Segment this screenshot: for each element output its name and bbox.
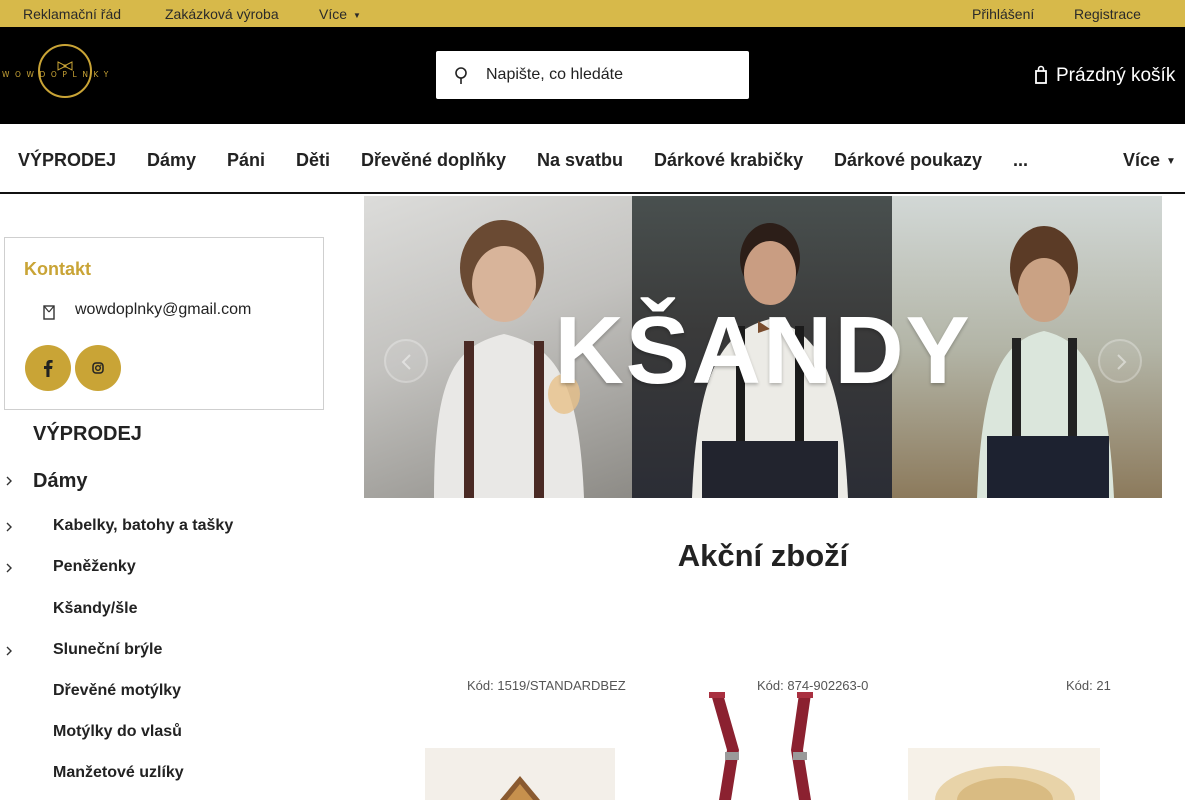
- category-drevene-motylky[interactable]: Dřevěné motýlky: [53, 682, 181, 700]
- category-manzetove-uzliky[interactable]: Manžetové uzlíky: [53, 764, 184, 782]
- chevron-right-icon[interactable]: [6, 522, 12, 532]
- search-input[interactable]: [486, 51, 741, 99]
- nav-item-ellipsis[interactable]: ...: [1013, 150, 1028, 171]
- suspenders-image: [709, 692, 813, 800]
- chevron-down-icon: ▼: [1166, 155, 1176, 167]
- nav-more-label: Více: [1123, 150, 1161, 170]
- nav-item-vyprodej[interactable]: VÝPRODEJ: [18, 150, 116, 171]
- contact-box: Kontakt wowdoplnky@gmail.com: [4, 237, 324, 410]
- banner-next-button[interactable]: [1098, 339, 1142, 383]
- category-kabelky[interactable]: Kabelky, batohy a tašky: [53, 517, 233, 535]
- product-image[interactable]: [395, 690, 635, 800]
- category-penezenky[interactable]: Peněženky: [53, 558, 136, 576]
- contact-email[interactable]: wowdoplnky@gmail.com: [75, 301, 251, 319]
- category-vyprodej[interactable]: VÝPRODEJ: [33, 423, 142, 446]
- nav-item-pani[interactable]: Páni: [227, 150, 265, 171]
- category-motylky-do-vlasu[interactable]: Motýlky do vlasů: [53, 723, 182, 741]
- product-image[interactable]: [905, 690, 1105, 800]
- category-damy[interactable]: Dámy: [33, 470, 87, 493]
- instagram-icon: [92, 362, 104, 374]
- facebook-button[interactable]: [25, 345, 71, 391]
- register-link[interactable]: Registrace: [1074, 6, 1141, 22]
- nav-more-menu[interactable]: Více ▼: [1123, 150, 1176, 171]
- login-link[interactable]: Přihlášení: [972, 6, 1034, 22]
- category-ksandy[interactable]: Kšandy/šle: [53, 600, 137, 618]
- cart-label: Prázdný košík: [1056, 65, 1176, 86]
- banner-title: KŠANDY: [554, 297, 972, 404]
- nav-item-darkove-poukazy[interactable]: Dárkové poukazy: [834, 150, 982, 171]
- chevron-left-icon: [401, 354, 411, 370]
- search-box: [436, 51, 749, 99]
- nav-item-drevene-doplnky[interactable]: Dřevěné doplňky: [361, 150, 506, 171]
- facebook-icon: [44, 360, 53, 377]
- chevron-down-icon: ▼: [353, 10, 361, 20]
- section-title-sale: Akční zboží: [677, 538, 849, 573]
- nav-item-damy[interactable]: Dámy: [147, 150, 196, 171]
- nav-item-deti[interactable]: Děti: [296, 150, 330, 171]
- search-icon[interactable]: [454, 64, 468, 86]
- category-slunecni-bryle[interactable]: Sluneční brýle: [53, 641, 162, 659]
- top-utility-bar: Reklamační řád Zakázková výroba Více ▼ Př…: [0, 0, 1185, 27]
- logo-text: WOWDOPLNKY: [2, 70, 114, 79]
- nav-item-na-svatbu[interactable]: Na svatbu: [537, 150, 623, 171]
- hero-banner[interactable]: KŠANDY: [364, 196, 1162, 498]
- link-reklamacni-rad[interactable]: Reklamační řád: [23, 6, 121, 22]
- instagram-button[interactable]: [75, 345, 121, 391]
- nav-item-darkove-krabicky[interactable]: Dárkové krabičky: [654, 150, 803, 171]
- mail-icon: [43, 305, 55, 320]
- site-logo[interactable]: WOWDOPLNKY: [2, 43, 126, 101]
- product-box-image: [425, 748, 615, 800]
- link-zakazkova-vyroba[interactable]: Zakázková výroba: [165, 6, 279, 22]
- chevron-right-icon[interactable]: [6, 563, 12, 573]
- product-image[interactable]: [695, 690, 835, 800]
- chevron-right-icon[interactable]: [6, 476, 12, 486]
- chevron-right-icon[interactable]: [6, 646, 12, 656]
- topbar-more-menu[interactable]: Více ▼: [319, 6, 361, 22]
- cart-icon: [1035, 65, 1047, 84]
- contact-title: Kontakt: [24, 259, 91, 279]
- main-navigation: VÝPRODEJ Dámy Páni Děti Dřevěné doplňky …: [0, 124, 1185, 194]
- site-header: WOWDOPLNKY Prázdný košík: [0, 27, 1185, 124]
- product-photo-image: [908, 748, 1100, 800]
- chevron-right-icon: [1117, 354, 1127, 370]
- banner-prev-button[interactable]: [384, 339, 428, 383]
- topbar-more-label: Více: [319, 6, 348, 22]
